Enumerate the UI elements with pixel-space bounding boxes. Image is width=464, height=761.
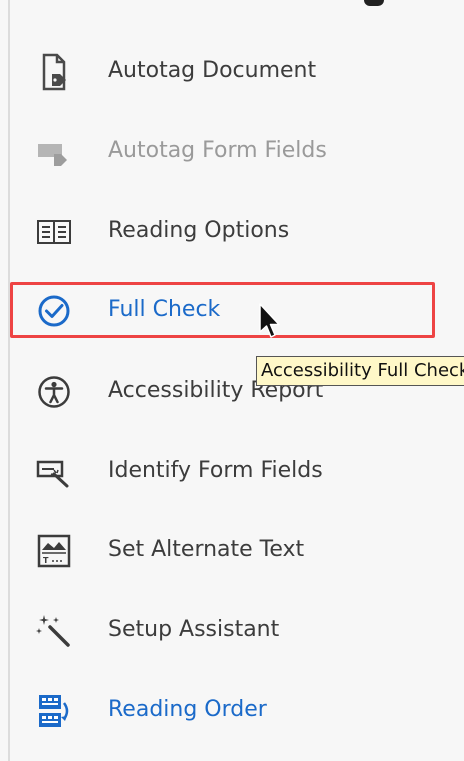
tool-label: Autotag Form Fields (108, 138, 327, 163)
book-icon (34, 212, 74, 252)
tool-label: Reading Options (108, 218, 290, 243)
tool-label: Setup Assistant (108, 617, 280, 642)
tool-setup-assistant[interactable]: Setup Assistant (0, 605, 464, 657)
form-wand-icon (34, 452, 74, 492)
tool-label: Identify Form Fields (108, 458, 323, 483)
tool-label: Autotag Document (108, 58, 317, 83)
reading-order-icon (34, 691, 74, 731)
svg-text:T: T (43, 556, 49, 565)
tooltip: Accessibility Full Check (256, 356, 464, 386)
tool-autotag-form-fields[interactable]: Autotag Form Fields (0, 126, 464, 178)
tool-label: Reading Order (108, 697, 267, 722)
tool-identify-form-fields[interactable]: Identify Form Fields (0, 446, 464, 498)
highlight-box (10, 282, 435, 338)
tool-label: Set Alternate Text (108, 537, 305, 562)
accessibility-tools-panel: Autotag Document Autotag Form Fields Rea… (0, 0, 464, 761)
mouse-pointer-icon (256, 302, 282, 342)
accessibility-icon (34, 372, 74, 412)
image-text-icon: T (34, 531, 74, 571)
tool-set-alternate-text[interactable]: T Set Alternate Text (0, 525, 464, 577)
form-tag-icon (34, 132, 74, 172)
tool-reading-options[interactable]: Reading Options (0, 206, 464, 258)
document-tag-icon (34, 52, 74, 92)
tool-reading-order[interactable]: Reading Order (0, 685, 464, 737)
magic-wand-icon (34, 611, 74, 651)
tool-autotag-document[interactable]: Autotag Document (0, 46, 464, 98)
